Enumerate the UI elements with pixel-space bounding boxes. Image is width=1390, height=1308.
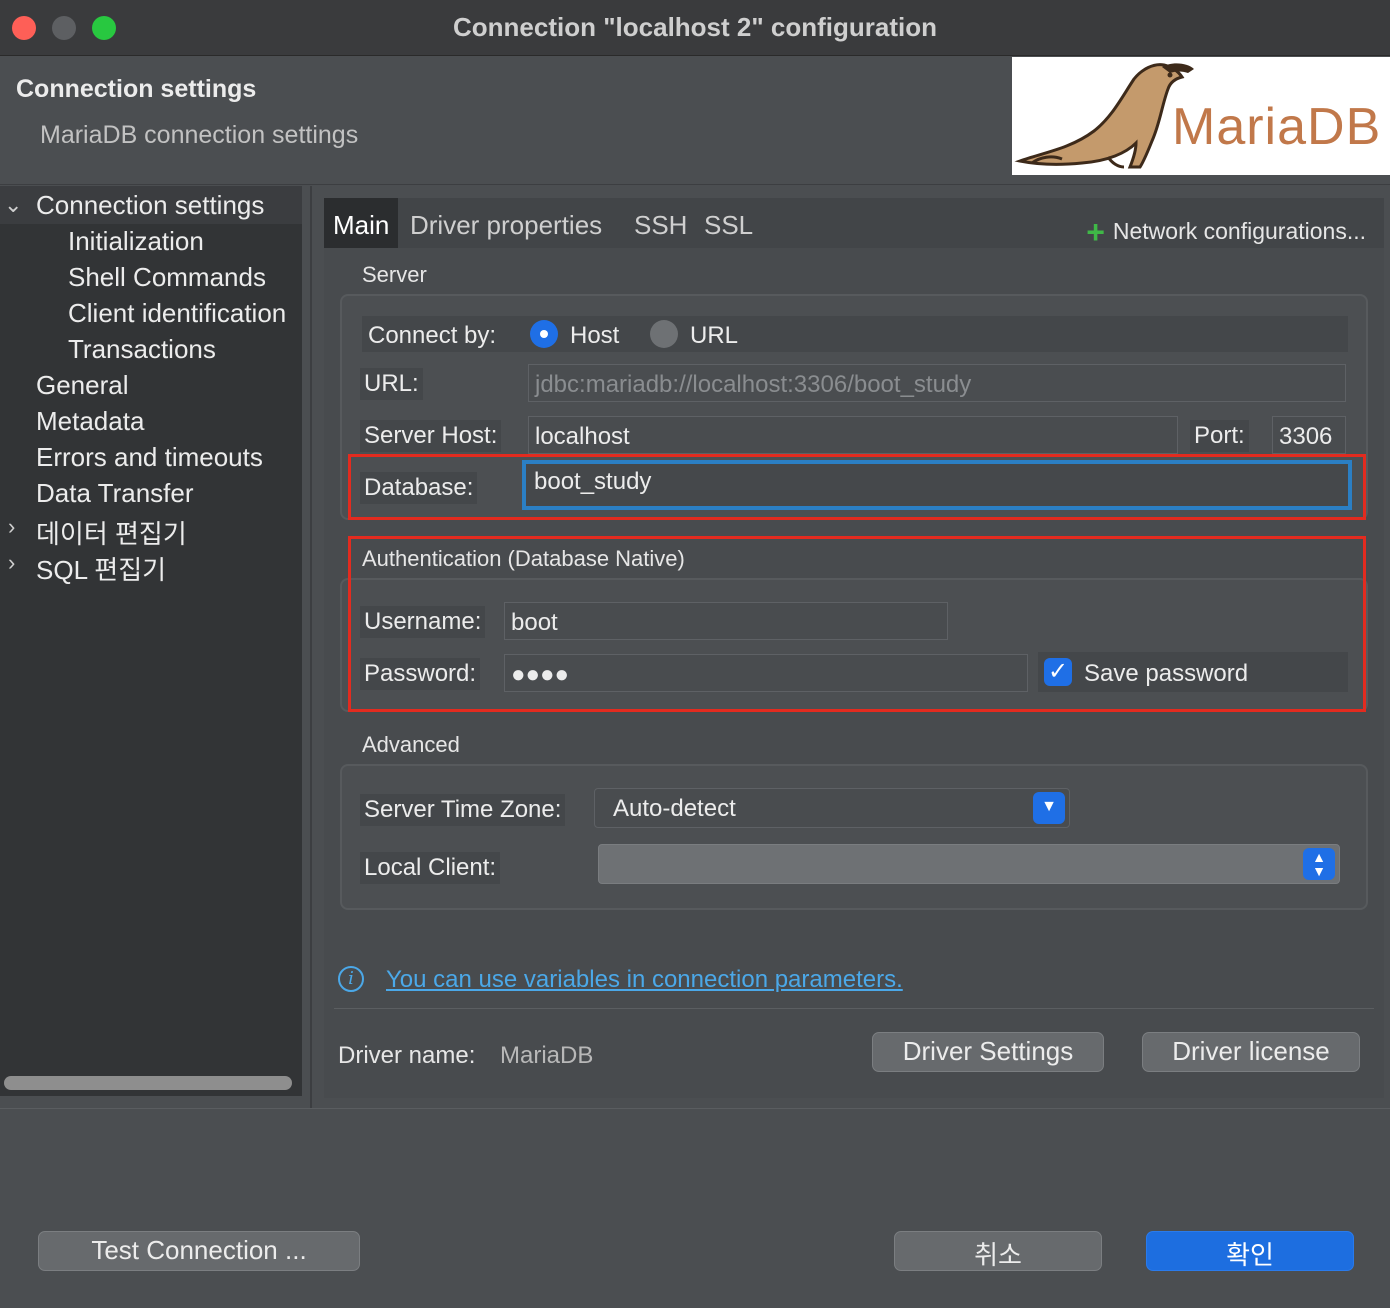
url-radio[interactable] <box>650 320 678 348</box>
sidebar-item-sql-editor[interactable]: SQL 편집기 <box>36 550 166 587</box>
timezone-label: Server Time Zone: <box>360 794 566 826</box>
chevron-down-icon[interactable]: ⌄ <box>4 192 22 218</box>
driver-license-button[interactable]: Driver license <box>1142 1032 1360 1072</box>
logo-wordmark: MariaDB <box>1172 98 1382 156</box>
local-client-label: Local Client: <box>360 852 501 884</box>
sidebar-item-client-identification[interactable]: Client identification <box>68 298 286 329</box>
port-field[interactable]: 3306 <box>1272 416 1346 454</box>
port-label: Port: <box>1190 420 1249 452</box>
tab-ssh[interactable]: SSH <box>634 210 687 241</box>
advanced-section-label: Advanced <box>362 732 460 757</box>
database-highlight-box <box>348 454 1366 520</box>
connect-by-row <box>362 316 1348 352</box>
sidebar-item-initialization[interactable]: Initialization <box>68 226 204 257</box>
variables-help-link[interactable]: You can use variables in connection para… <box>386 966 903 994</box>
sidebar-item-connection-settings[interactable]: Connection settings <box>36 190 264 221</box>
driver-name-value: MariaDB <box>500 1042 594 1069</box>
header-title: Connection settings <box>16 75 257 103</box>
test-connection-button[interactable]: Test Connection ... <box>38 1231 360 1271</box>
window-title: Connection "localhost 2" configuration <box>453 12 937 42</box>
sidebar-item-general[interactable]: General <box>36 370 129 401</box>
header-subtitle: MariaDB connection settings <box>40 121 359 149</box>
server-section-label: Server <box>362 262 427 287</box>
info-icon: i <box>338 966 364 992</box>
driver-settings-button[interactable]: Driver Settings <box>872 1032 1104 1072</box>
sidebar-item-metadata[interactable]: Metadata <box>36 406 144 437</box>
title-bar: Connection "localhost 2" configuration <box>0 0 1390 56</box>
network-configurations-button[interactable]: + Network configurations... <box>1086 210 1366 250</box>
chevron-right-icon[interactable]: › <box>8 514 15 540</box>
main-settings-panel: Main Driver properties SSH SSL + Network … <box>324 198 1384 1098</box>
sidebar-item-data-editor[interactable]: 데이터 편집기 <box>36 514 187 551</box>
plus-icon: + <box>1086 214 1105 250</box>
server-host-label: Server Host: <box>360 420 502 452</box>
driver-name-label: Driver name: <box>338 1042 476 1069</box>
host-radio[interactable] <box>530 320 558 348</box>
timezone-value: Auto-detect <box>613 795 736 822</box>
sidebar-item-shell-commands[interactable]: Shell Commands <box>68 262 266 293</box>
tab-bar: Main Driver properties SSH SSL + Network … <box>324 198 1384 250</box>
updown-chevron-icon[interactable]: ▲ ▼ <box>1303 848 1335 880</box>
ok-button[interactable]: 확인 <box>1146 1231 1354 1271</box>
dialog-footer: Test Connection ... 취소 확인 <box>0 1108 1390 1308</box>
local-client-select[interactable]: ▲ ▼ <box>598 844 1340 884</box>
divider <box>334 1008 1374 1009</box>
connection-config-window: Connection "localhost 2" configuration C… <box>0 0 1390 1308</box>
sidebar-item-transactions[interactable]: Transactions <box>68 334 216 365</box>
host-radio-label[interactable]: Host <box>566 320 624 352</box>
sidebar-item-data-transfer[interactable]: Data Transfer <box>36 478 194 509</box>
dialog-header: Connection settings MariaDB connection s… <box>0 57 1390 185</box>
url-label: URL: <box>360 368 423 400</box>
server-host-field[interactable]: localhost <box>528 416 1178 454</box>
timezone-select[interactable]: Auto-detect ▼ <box>594 788 1070 828</box>
connect-by-label: Connect by: <box>364 320 501 352</box>
sidebar-divider[interactable] <box>310 186 312 1108</box>
chevron-down-icon[interactable]: ▼ <box>1033 792 1065 824</box>
url-field[interactable]: jdbc:mariadb://localhost:3306/boot_study <box>528 364 1346 402</box>
sidebar-horizontal-scrollbar[interactable] <box>4 1076 292 1090</box>
tab-driver-properties[interactable]: Driver properties <box>410 210 602 241</box>
tab-ssl[interactable]: SSL <box>704 210 753 241</box>
cancel-button[interactable]: 취소 <box>894 1231 1102 1271</box>
tab-main[interactable]: Main <box>324 198 399 248</box>
sidebar-item-errors-timeouts[interactable]: Errors and timeouts <box>36 442 263 473</box>
url-radio-label[interactable]: URL <box>686 320 743 352</box>
auth-highlight-box <box>348 536 1366 712</box>
chevron-right-icon[interactable]: › <box>8 550 15 576</box>
network-configurations-label: Network configurations... <box>1112 218 1366 244</box>
settings-nav-sidebar: ⌄ Connection settings Initialization She… <box>0 186 302 1096</box>
mariadb-logo: MariaDB <box>1012 57 1390 175</box>
advanced-group <box>340 764 1368 910</box>
